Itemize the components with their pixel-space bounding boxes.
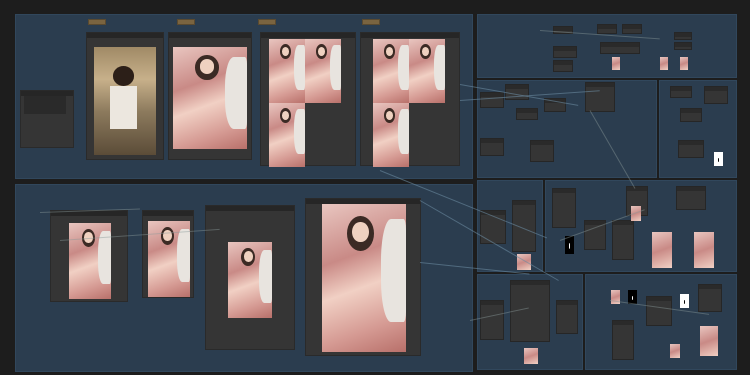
node-small[interactable] [556, 300, 578, 334]
node-preview-5[interactable] [142, 210, 194, 298]
preview-image [94, 47, 156, 155]
node-small[interactable] [585, 82, 615, 112]
node-small[interactable] [680, 108, 702, 122]
node-small[interactable] [646, 296, 672, 326]
node-small[interactable] [480, 300, 504, 340]
node-collapsed-tag[interactable] [258, 19, 276, 25]
node-small[interactable] [698, 284, 722, 312]
preview-image [409, 39, 445, 103]
preview-image [373, 39, 409, 103]
preview-image [269, 39, 305, 103]
preview-image [322, 204, 406, 352]
node-collapsed-tag[interactable] [88, 19, 106, 25]
thumbnail-image [652, 232, 672, 268]
node-collapsed-tag[interactable] [362, 19, 380, 25]
preview-image [228, 242, 272, 318]
thumbnail-image [694, 232, 714, 268]
node-small[interactable] [622, 24, 642, 34]
node-small[interactable] [674, 42, 692, 50]
node-header[interactable] [169, 33, 251, 38]
node-small[interactable] [480, 92, 504, 108]
node-small[interactable] [612, 220, 634, 260]
node-header[interactable] [87, 33, 163, 38]
node-load-image[interactable] [86, 32, 164, 160]
preview-image [305, 39, 341, 103]
node-header[interactable] [361, 33, 459, 38]
node-collapsed-tag[interactable] [177, 19, 195, 25]
node-graph-canvas[interactable] [0, 0, 750, 375]
mask-preview [680, 294, 689, 308]
thumbnail-image [524, 348, 538, 364]
node-preview-7[interactable] [305, 198, 421, 356]
node-small-left[interactable] [20, 90, 74, 148]
node-small[interactable] [553, 46, 577, 58]
node-small[interactable] [704, 86, 728, 104]
node-small[interactable] [530, 140, 554, 162]
node-small[interactable] [600, 42, 640, 54]
node-header[interactable] [261, 33, 355, 38]
node-header[interactable] [143, 211, 193, 216]
node-preview-3[interactable] [360, 32, 460, 167]
thumbnail-image [612, 57, 620, 70]
node-small[interactable] [670, 86, 692, 98]
node-preview-6[interactable] [205, 205, 295, 350]
node-small[interactable] [553, 60, 573, 72]
thumbnail-image [680, 57, 688, 70]
preview-image [173, 47, 247, 149]
thumbnail-image [700, 326, 718, 356]
node-small[interactable] [612, 320, 634, 360]
node-small[interactable] [678, 140, 704, 158]
node-small[interactable] [516, 108, 538, 120]
thumbnail-image [670, 344, 680, 358]
node-widget[interactable] [24, 96, 66, 114]
node-header[interactable] [206, 206, 294, 211]
node-preview-2[interactable] [260, 32, 356, 167]
node-small[interactable] [674, 32, 692, 40]
node-preview-4[interactable] [50, 210, 128, 302]
thumbnail-image [660, 57, 668, 70]
node-small[interactable] [480, 138, 504, 156]
preview-image [373, 103, 409, 167]
preview-image [269, 103, 305, 167]
mask-preview [714, 152, 723, 166]
node-small[interactable] [552, 188, 576, 228]
node-small[interactable] [676, 186, 706, 210]
node-small[interactable] [597, 24, 617, 34]
group-right-mid-a[interactable] [477, 80, 657, 178]
node-preview-1[interactable] [168, 32, 252, 160]
preview-image [69, 223, 111, 299]
